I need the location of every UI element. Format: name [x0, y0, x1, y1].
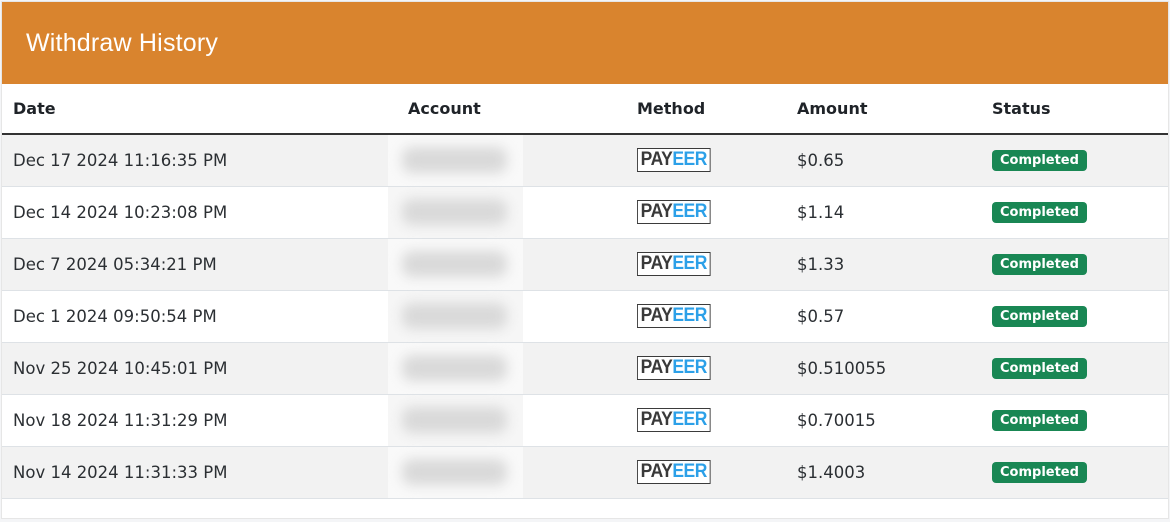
- blurred-account: [388, 186, 523, 238]
- status-cell: Completed: [981, 446, 1168, 499]
- column-header-status: Status: [981, 84, 1168, 135]
- amount-cell: $0.70015: [786, 394, 981, 447]
- table-row: Nov 14 2024 11:31:33 PM PAYEER $1.4003 C…: [2, 446, 1168, 499]
- status-cell: Completed: [981, 394, 1168, 447]
- date-cell: Dec 1 2024 09:50:54 PM: [2, 290, 397, 343]
- method-cell: PAYEER: [626, 342, 786, 395]
- date-cell: Dec 14 2024 10:23:08 PM: [2, 186, 397, 239]
- status-cell: Completed: [981, 134, 1168, 187]
- amount-cell: $0.57: [786, 290, 981, 343]
- date-cell: Nov 14 2024 11:31:33 PM: [2, 446, 397, 499]
- method-cell: PAYEER: [626, 134, 786, 187]
- account-cell: [388, 446, 626, 499]
- status-badge: Completed: [992, 358, 1087, 379]
- table-header-row: Date Account Method Amount Status: [2, 84, 1168, 135]
- status-badge: Completed: [992, 150, 1087, 172]
- amount-cell: $0.510055: [786, 342, 981, 395]
- account-cell: [388, 134, 626, 187]
- blurred-account: [388, 135, 523, 186]
- method-cell: PAYEER: [626, 446, 786, 499]
- method-cell: PAYEER: [626, 394, 786, 447]
- blurred-account: [388, 446, 523, 498]
- account-cell: [388, 238, 626, 291]
- payeer-logo-icon: PAYEER: [637, 252, 711, 276]
- account-cell: [388, 394, 626, 447]
- withdraw-history-card: Withdraw History Date Account Method Amo…: [1, 1, 1169, 519]
- status-badge: Completed: [992, 202, 1087, 223]
- card-header: Withdraw History: [2, 2, 1168, 84]
- column-header-amount: Amount: [786, 84, 981, 135]
- status-badge: Completed: [992, 254, 1087, 275]
- table-row: Nov 25 2024 10:45:01 PM PAYEER $0.510055…: [2, 342, 1168, 395]
- status-cell: Completed: [981, 290, 1168, 343]
- table-row: Dec 14 2024 10:23:08 PM PAYEER $1.14 Com…: [2, 186, 1168, 239]
- payeer-logo-icon: PAYEER: [637, 304, 711, 328]
- status-badge: Completed: [992, 410, 1087, 431]
- account-cell: [388, 342, 626, 395]
- table-row: Dec 7 2024 05:34:21 PM PAYEER $1.33 Comp…: [2, 238, 1168, 291]
- date-cell: Dec 17 2024 11:16:35 PM: [2, 134, 397, 187]
- date-cell: Nov 25 2024 10:45:01 PM: [2, 342, 397, 395]
- blurred-account: [388, 394, 523, 446]
- amount-cell: $1.4003: [786, 446, 981, 499]
- amount-cell: $0.65: [786, 134, 981, 187]
- status-cell: Completed: [981, 186, 1168, 239]
- status-cell: Completed: [981, 238, 1168, 291]
- status-badge: Completed: [992, 462, 1087, 483]
- method-cell: PAYEER: [626, 238, 786, 291]
- date-cell: Nov 18 2024 11:31:29 PM: [2, 394, 397, 447]
- payeer-logo-icon: PAYEER: [637, 148, 711, 173]
- table-row: Dec 1 2024 09:50:54 PM PAYEER $0.57 Comp…: [2, 290, 1168, 343]
- blurred-account: [388, 290, 523, 342]
- account-cell: [388, 290, 626, 343]
- column-header-date: Date: [2, 84, 397, 135]
- withdraw-table: Date Account Method Amount Status Dec 17…: [2, 84, 1168, 499]
- account-cell: [388, 186, 626, 239]
- payeer-logo-icon: PAYEER: [637, 408, 711, 432]
- method-cell: PAYEER: [626, 186, 786, 239]
- column-header-account: Account: [397, 84, 626, 135]
- payeer-logo-icon: PAYEER: [637, 460, 711, 484]
- amount-cell: $1.33: [786, 238, 981, 291]
- date-cell: Dec 7 2024 05:34:21 PM: [2, 238, 397, 291]
- column-header-method: Method: [626, 84, 786, 135]
- status-cell: Completed: [981, 342, 1168, 395]
- blurred-account: [388, 238, 523, 290]
- payeer-logo-icon: PAYEER: [637, 356, 711, 380]
- page-title: Withdraw History: [26, 28, 219, 57]
- amount-cell: $1.14: [786, 186, 981, 239]
- payeer-logo-icon: PAYEER: [637, 200, 711, 224]
- table-row: Dec 17 2024 11:16:35 PM PAYEER $0.65 Com…: [2, 134, 1168, 187]
- status-badge: Completed: [992, 306, 1087, 327]
- blurred-account: [388, 342, 523, 394]
- method-cell: PAYEER: [626, 290, 786, 343]
- table-row: Nov 18 2024 11:31:29 PM PAYEER $0.70015 …: [2, 394, 1168, 447]
